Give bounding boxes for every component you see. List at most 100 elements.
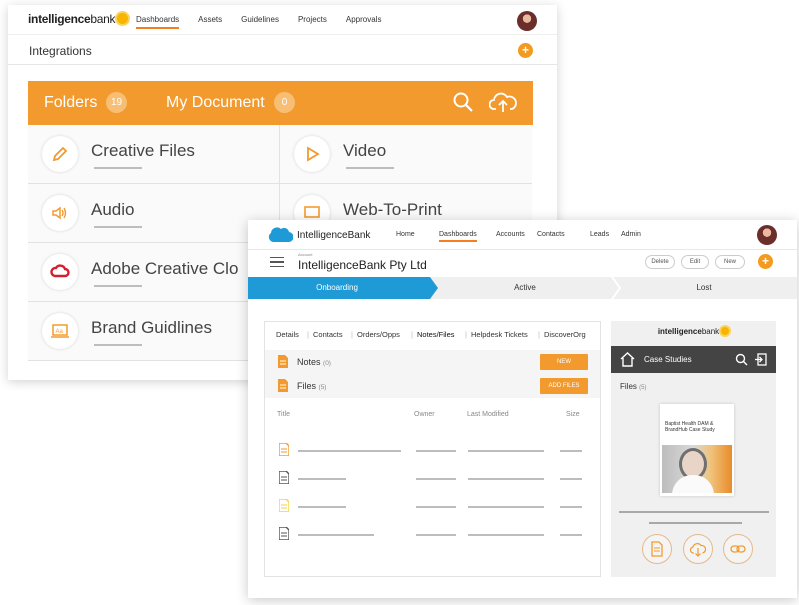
play-icon [294,136,330,172]
tab-details[interactable]: Details [276,330,299,339]
panel-files-text: Files [620,382,637,391]
tab-contacts[interactable]: Contacts [313,330,343,339]
folder-title: Case Studies [644,355,692,364]
person-face [682,451,704,477]
folder-label: Web-To-Print [343,200,442,219]
salesforce-cloud-icon [268,227,293,243]
nav-accounts[interactable]: Accounts [496,231,525,240]
stage-path: Onboarding Active Lost [248,277,797,299]
panel-files-label: Files (5) [620,382,646,391]
tab-discoverorg[interactable]: DiscoverOrg [544,330,586,339]
nav-home[interactable]: Home [396,231,415,240]
stage-lost[interactable]: Lost [620,277,788,299]
file-icon [279,471,289,484]
notes-count: (0) [323,360,331,367]
search-icon[interactable] [452,91,474,113]
tab-helpdesk-tickets[interactable]: Helpdesk Tickets [471,330,528,339]
person-body [672,475,714,493]
owner-placeholder [416,534,456,536]
files-count: (5) [318,384,327,391]
my-document-label[interactable]: My Document [166,94,265,112]
nav-guidelines[interactable]: Guidelines [241,15,279,29]
new-button[interactable]: New [715,255,745,269]
size-placeholder [560,478,582,480]
file-icon [279,443,289,456]
add-button[interactable]: + [518,43,533,58]
cloud-upload-icon[interactable] [489,91,517,113]
tab-orders-opps[interactable]: Orders/Opps [357,330,400,339]
nav-dashboards[interactable]: Dashboards [439,231,477,242]
modified-placeholder [468,450,544,452]
new-note-button[interactable]: NEW [540,354,588,370]
folder-underline [346,167,394,169]
case-study-photo [662,445,732,493]
nav-assets[interactable]: Assets [198,15,222,29]
logo-text-light: bank [90,12,116,26]
download-action-button[interactable] [683,534,713,564]
table-row[interactable] [265,437,600,465]
folder-brand-guidelines[interactable]: Aa Brand Guidlines [28,302,280,361]
column-last-modified[interactable]: Last Modified [467,411,509,418]
stage-onboarding[interactable]: Onboarding [248,277,426,299]
folder-label: Video [343,141,387,160]
speaker-icon [42,195,78,231]
app-header: intelligencebank Dashboards Assets Guide… [8,5,557,35]
folder-label: Creative Files [91,141,195,160]
tab-separator: | [411,330,413,339]
column-size[interactable]: Size [566,411,580,418]
add-files-button[interactable]: ADD FILES [540,378,588,394]
nav-dashboards[interactable]: Dashboards [136,15,180,29]
user-avatar[interactable] [517,11,537,31]
stage-active[interactable]: Active [438,277,612,299]
folder-video[interactable]: Video [280,125,532,184]
case-study-thumbnail[interactable]: Baptist Health DAM & BrandHub Case Study [660,404,734,496]
edit-button[interactable]: Edit [681,255,709,269]
user-avatar[interactable] [757,225,777,245]
link-action-button[interactable] [723,534,753,564]
cloud-download-icon [690,543,706,557]
folder-underline [94,226,142,228]
files-text: Files [297,381,317,391]
logo-text-bold: intelligence [28,12,91,26]
table-row[interactable] [265,493,600,521]
menu-icon[interactable] [270,257,284,267]
owner-placeholder [416,478,456,480]
filename-placeholder [649,522,742,524]
record-detail-card: Details | Contacts | Orders/Opps | Notes… [264,321,601,577]
search-icon[interactable] [735,353,748,366]
folder-audio[interactable]: Audio [28,184,280,243]
intelligencebank-logo[interactable]: intelligencebank [28,12,129,26]
nav-admin[interactable]: Admin [621,231,641,240]
size-placeholder [560,534,582,536]
nav-projects[interactable]: Projects [298,15,327,29]
folder-creative-files[interactable]: Creative Files [28,125,280,184]
table-row[interactable] [265,521,600,549]
tab-notes-files[interactable]: Notes/Files [417,330,455,339]
panel-toolbar: Case Studies [611,346,776,373]
account-type-label: Account [298,252,313,257]
nav-leads[interactable]: Leads [590,231,609,240]
delete-button[interactable]: Delete [645,255,675,269]
size-placeholder [560,450,582,452]
logout-icon[interactable] [754,353,767,366]
crm-brand[interactable]: IntelligenceBank [297,230,370,241]
folder-label: Adobe Creative Clo [91,259,239,278]
file-title-placeholder [298,506,346,508]
svg-text:Aa: Aa [56,329,64,335]
case-study-title: Baptist Health DAM & BrandHub Case Study [665,421,715,433]
home-icon[interactable] [620,352,635,367]
details-action-button[interactable] [642,534,672,564]
folder-label: Audio [91,200,135,219]
column-owner[interactable]: Owner [414,411,435,418]
divider [619,511,769,513]
folders-label[interactable]: Folders [44,94,97,112]
table-row[interactable] [265,465,600,493]
page-title: Integrations [29,44,92,58]
nav-contacts[interactable]: Contacts [537,231,565,240]
add-button[interactable]: + [758,254,773,269]
account-header: Account IntelligenceBank Pty Ltd Delete … [248,250,797,275]
pencil-icon [42,136,78,172]
column-title[interactable]: Title [277,411,290,418]
nav-approvals[interactable]: Approvals [346,15,382,29]
logo-text-light: bank [701,327,720,336]
